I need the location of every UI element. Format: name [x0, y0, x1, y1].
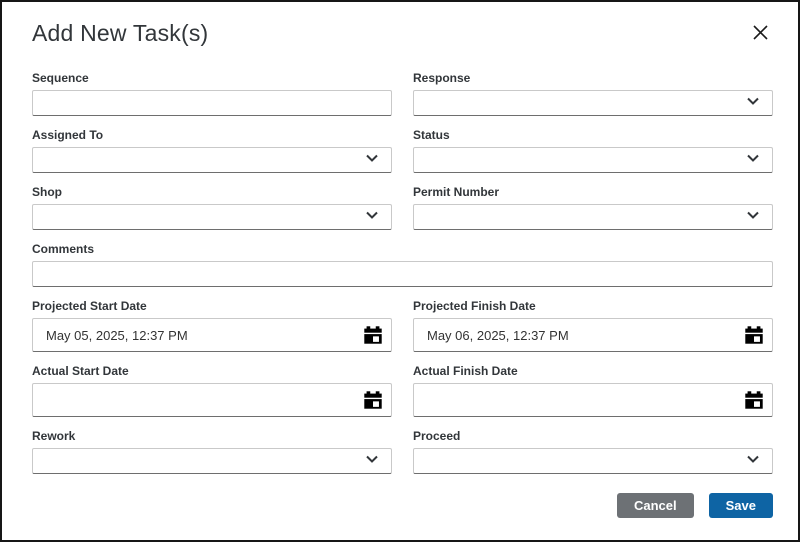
close-icon: [752, 29, 769, 44]
field-status: Status: [413, 128, 773, 173]
field-permit-number: Permit Number: [413, 185, 773, 230]
projected-start-date-input[interactable]: [32, 318, 392, 352]
dialog-footer: Cancel Save: [32, 493, 773, 518]
rework-label: Rework: [32, 429, 392, 444]
field-response: Response: [413, 71, 773, 116]
calendar-icon: [362, 399, 384, 414]
rework-select[interactable]: [32, 448, 392, 474]
actual-start-date-calendar-button[interactable]: [360, 387, 386, 413]
sequence-input[interactable]: [32, 90, 392, 116]
calendar-icon: [743, 399, 765, 414]
field-proceed: Proceed: [413, 429, 773, 474]
task-form: Sequence Response Assigned To Status: [32, 71, 773, 486]
chevron-down-icon: [746, 94, 760, 112]
calendar-icon: [743, 334, 765, 349]
permit-number-select[interactable]: [413, 204, 773, 230]
chevron-down-icon: [746, 151, 760, 169]
actual-finish-date-input[interactable]: [413, 383, 773, 417]
permit-number-label: Permit Number: [413, 185, 773, 200]
projected-finish-date-label: Projected Finish Date: [413, 299, 773, 314]
projected-start-date-calendar-button[interactable]: [360, 322, 386, 348]
comments-input[interactable]: [32, 261, 773, 287]
add-new-task-dialog: Add New Task(s) Sequence Response Assign…: [0, 0, 800, 542]
field-rework: Rework: [32, 429, 392, 474]
projected-finish-date-input[interactable]: [413, 318, 773, 352]
projected-start-date-value[interactable]: [46, 328, 360, 343]
projected-start-date-label: Projected Start Date: [32, 299, 392, 314]
cancel-button[interactable]: Cancel: [617, 493, 694, 518]
field-sequence: Sequence: [32, 71, 392, 116]
status-label: Status: [413, 128, 773, 143]
field-projected-finish-date: Projected Finish Date: [413, 299, 773, 352]
sequence-label: Sequence: [32, 71, 392, 86]
calendar-icon: [362, 334, 384, 349]
field-actual-finish-date: Actual Finish Date: [413, 364, 773, 417]
status-select[interactable]: [413, 147, 773, 173]
proceed-label: Proceed: [413, 429, 773, 444]
dialog-header: Add New Task(s): [32, 20, 773, 47]
actual-start-date-input[interactable]: [32, 383, 392, 417]
chevron-down-icon: [365, 151, 379, 169]
chevron-down-icon: [365, 452, 379, 470]
save-button[interactable]: Save: [709, 493, 773, 518]
chevron-down-icon: [365, 208, 379, 226]
comments-label: Comments: [32, 242, 773, 257]
field-assigned-to: Assigned To: [32, 128, 392, 173]
response-select[interactable]: [413, 90, 773, 116]
chevron-down-icon: [746, 452, 760, 470]
field-shop: Shop: [32, 185, 392, 230]
chevron-down-icon: [746, 208, 760, 226]
actual-start-date-value[interactable]: [46, 393, 360, 408]
proceed-select[interactable]: [413, 448, 773, 474]
shop-label: Shop: [32, 185, 392, 200]
field-projected-start-date: Projected Start Date: [32, 299, 392, 352]
shop-select[interactable]: [32, 204, 392, 230]
close-button[interactable]: [750, 22, 771, 43]
field-comments: Comments: [32, 242, 773, 287]
assigned-to-select[interactable]: [32, 147, 392, 173]
projected-finish-date-value[interactable]: [427, 328, 741, 343]
actual-finish-date-label: Actual Finish Date: [413, 364, 773, 379]
dialog-title: Add New Task(s): [32, 20, 208, 47]
field-actual-start-date: Actual Start Date: [32, 364, 392, 417]
actual-finish-date-calendar-button[interactable]: [741, 387, 767, 413]
actual-start-date-label: Actual Start Date: [32, 364, 392, 379]
response-label: Response: [413, 71, 773, 86]
projected-finish-date-calendar-button[interactable]: [741, 322, 767, 348]
actual-finish-date-value[interactable]: [427, 393, 741, 408]
assigned-to-label: Assigned To: [32, 128, 392, 143]
